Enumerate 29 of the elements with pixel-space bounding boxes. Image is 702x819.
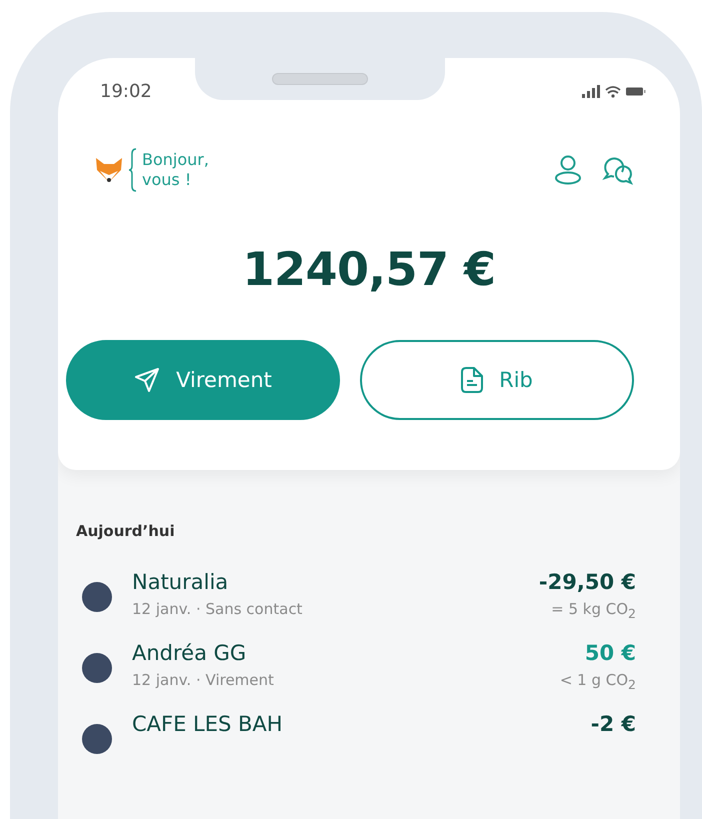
status-time: 19:02 [100,80,152,102]
transaction-detail: 12 janv. · Sans contact [132,600,304,618]
rib-button[interactable]: Rib [360,340,634,420]
profile-icon[interactable] [554,155,582,185]
merchant-dot [82,653,112,683]
transaction-detail: 12 janv. · Virement [132,671,275,689]
merchant-dot [82,582,112,612]
send-icon [134,367,160,393]
balance-amount: 1240,57 € [241,242,497,296]
section-title: Aujourd’hui [75,521,176,540]
carbon-footprint: = 5 kg CO$_{2}$ [551,600,636,621]
greeting-text: vous ! [142,170,192,190]
chat-icon[interactable] [602,155,634,185]
transfer-button[interactable]: Virement [66,340,340,420]
merchant-dot [82,724,112,754]
carbon-footprint: < 1 g CO$_{2}$ [560,671,636,692]
transaction-amount: -29,50 € [538,570,636,594]
transaction-name[interactable]: CAFE LES BAH [132,712,571,736]
wifi-icon [605,84,621,98]
fox-icon [94,156,124,184]
greeting-text: Bonjour, [142,150,209,170]
transaction-amount: -2 € [590,712,636,736]
document-icon [461,367,484,393]
transaction-name[interactable]: Naturalia [132,570,519,594]
transaction-name[interactable]: Andréa GG [132,641,540,665]
brace-icon [128,148,138,192]
transaction-amount: 50 € [584,641,636,665]
battery-icon [626,86,646,96]
signal-icon [582,84,600,98]
